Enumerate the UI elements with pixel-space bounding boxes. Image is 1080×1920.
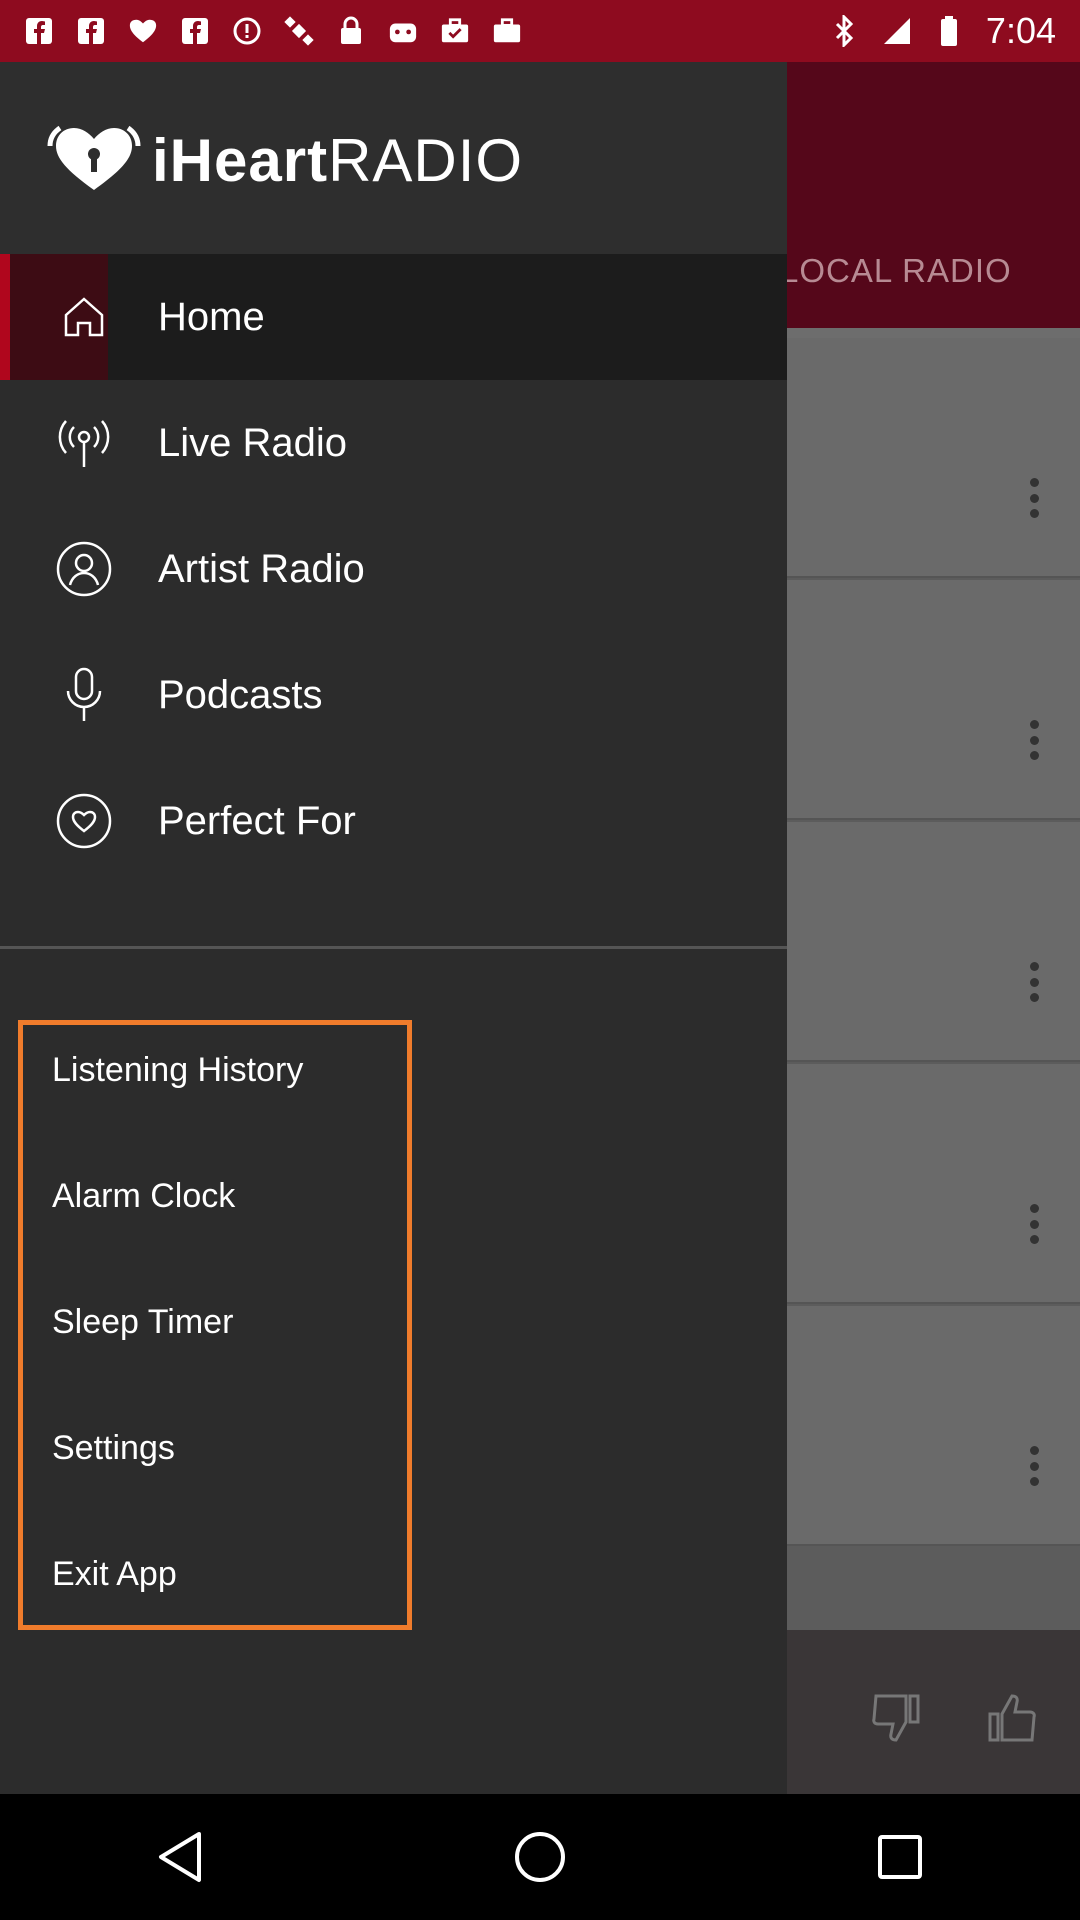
facebook-icon [76, 16, 106, 46]
nav-item-live-radio[interactable]: Live Radio [0, 380, 787, 506]
heart-circle-icon [52, 789, 116, 853]
nav-label-podcasts: Podcasts [158, 672, 323, 717]
briefcase-icon [492, 16, 522, 46]
home-icon [52, 285, 116, 349]
more-options-icon[interactable] [1028, 720, 1040, 760]
bluetooth-icon [830, 15, 860, 47]
system-icons: 7:04 [830, 10, 1056, 52]
thumbs-down-icon[interactable] [868, 1690, 924, 1746]
menu-item-alarm-clock[interactable]: Alarm Clock [52, 1166, 235, 1226]
recents-icon[interactable] [870, 1827, 930, 1887]
briefcase-check-icon [440, 16, 470, 46]
broadcast-icon [52, 411, 116, 475]
nav-label-perfect-for: Perfect For [158, 798, 356, 843]
alert-icon [232, 16, 262, 46]
menu-item-exit-app[interactable]: Exit App [52, 1544, 177, 1604]
nav-label-home: Home [158, 294, 265, 339]
iheart-logo-icon [47, 125, 141, 190]
battery-icon [934, 16, 964, 46]
notification-icons [24, 16, 522, 46]
status-bar: 7:04 [0, 0, 1080, 62]
lock-icon [336, 16, 366, 46]
nav-label-live-radio: Live Radio [158, 420, 348, 465]
signal-icon [882, 16, 912, 46]
iheart-icon [128, 16, 158, 46]
back-icon[interactable] [150, 1827, 210, 1887]
logo-text: iHeartRADIO [152, 126, 524, 194]
nav-item-perfect-for[interactable]: Perfect For [0, 758, 787, 884]
menu-item-settings[interactable]: Settings [52, 1418, 175, 1478]
drawer-divider [0, 946, 787, 949]
thumbs-up-icon[interactable] [984, 1690, 1040, 1746]
facebook-icon [180, 16, 210, 46]
status-time: 7:04 [985, 10, 1056, 51]
more-options-icon[interactable] [1028, 1446, 1040, 1486]
satellite-icon [284, 16, 314, 46]
nav-item-home[interactable]: Home [0, 254, 787, 380]
home-circle-icon[interactable] [510, 1827, 570, 1887]
nav-item-podcasts[interactable]: Podcasts [0, 632, 787, 758]
menu-item-listening-history[interactable]: Listening History [52, 1040, 303, 1100]
more-options-icon[interactable] [1028, 1204, 1040, 1244]
android-icon [388, 16, 418, 46]
microphone-icon [52, 663, 116, 727]
artist-icon [52, 537, 116, 601]
nav-label-artist-radio: Artist Radio [158, 546, 365, 591]
navigation-drawer: iHeartRADIO Home Live Radio Artist Radio… [0, 62, 787, 1794]
nav-item-artist-radio[interactable]: Artist Radio [0, 506, 787, 632]
more-options-icon[interactable] [1028, 962, 1040, 1002]
system-navigation-bar [0, 1794, 1080, 1920]
tab-local-radio[interactable]: LOCAL RADIO [780, 252, 1012, 290]
more-options-icon[interactable] [1028, 478, 1040, 518]
facebook-icon [24, 16, 54, 46]
menu-item-sleep-timer[interactable]: Sleep Timer [52, 1292, 233, 1352]
iheartradio-logo: iHeartRADIO [46, 124, 523, 196]
drawer-header: iHeartRADIO [0, 62, 787, 254]
